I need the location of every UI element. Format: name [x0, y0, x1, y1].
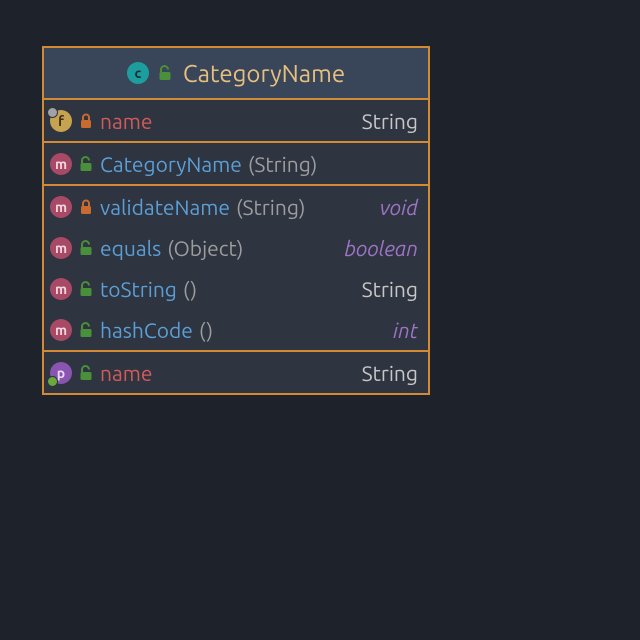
member-params: (String): [236, 195, 305, 219]
member-name: hashCode: [100, 318, 193, 342]
member-name: equals: [100, 236, 161, 260]
unlocked-icon: [78, 239, 94, 257]
member-params: (Object): [167, 236, 243, 260]
member-params: (String): [248, 152, 317, 176]
member-row: m hashCode () int: [44, 309, 428, 350]
method-icon: m: [50, 196, 72, 218]
unlocked-icon: [78, 364, 94, 382]
member-row: f name String: [44, 100, 428, 141]
member-type: void: [380, 195, 418, 219]
member-type: boolean: [344, 236, 418, 260]
locked-icon: [78, 198, 94, 216]
readwrite-marker-icon: [47, 376, 58, 387]
member-type: String: [362, 109, 418, 133]
method-icon: m: [50, 278, 72, 300]
unlocked-icon: [78, 280, 94, 298]
member-row: p name String: [44, 352, 428, 393]
class-name: CategoryName: [183, 60, 345, 87]
member-name: toString: [100, 277, 177, 301]
property-icon: p: [50, 362, 72, 384]
unlocked-icon: [78, 321, 94, 339]
member-row: m CategoryName (String): [44, 143, 428, 184]
method-icon: m: [50, 153, 72, 175]
member-params: (): [199, 318, 213, 342]
locked-icon: [78, 112, 94, 130]
member-name: name: [100, 109, 153, 133]
member-type: String: [362, 277, 418, 301]
method-icon: m: [50, 319, 72, 341]
class-icon: c: [127, 62, 149, 84]
member-row: m toString () String: [44, 268, 428, 309]
constructors-section: m CategoryName (String): [44, 143, 428, 186]
unlocked-icon: [157, 64, 173, 82]
methods-section: m validateName (String) void m equals (O…: [44, 186, 428, 352]
member-type: String: [362, 361, 418, 385]
fields-section: f name String: [44, 100, 428, 143]
member-name: name: [100, 361, 153, 385]
member-row: m validateName (String) void: [44, 186, 428, 227]
properties-section: p name String: [44, 352, 428, 393]
member-params: (): [183, 277, 197, 301]
member-type: int: [393, 318, 418, 342]
static-marker-icon: [47, 107, 58, 118]
method-icon: m: [50, 237, 72, 259]
field-icon: f: [50, 110, 72, 132]
class-diagram: c CategoryName f name: [42, 46, 430, 395]
member-name: CategoryName: [100, 152, 242, 176]
member-name: validateName: [100, 195, 230, 219]
unlocked-icon: [78, 155, 94, 173]
class-header: c CategoryName: [44, 48, 428, 100]
member-row: m equals (Object) boolean: [44, 227, 428, 268]
